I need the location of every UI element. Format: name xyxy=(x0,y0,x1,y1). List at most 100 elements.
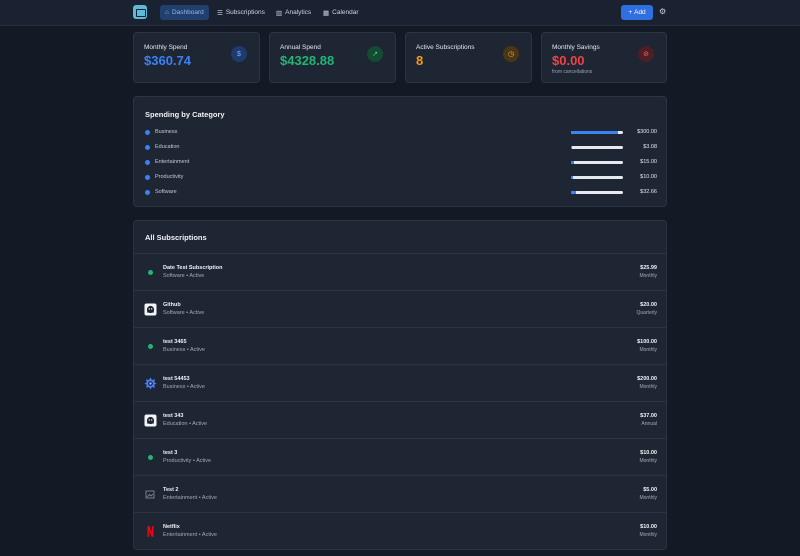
add-subscription-button[interactable]: + Add xyxy=(621,5,653,20)
nav-subscriptions[interactable]: ☰ Subscriptions xyxy=(212,5,270,20)
status-dot-icon xyxy=(148,344,153,349)
category-name: Business xyxy=(155,129,178,135)
category-name: Education xyxy=(155,144,180,150)
subscription-price: $20.00 xyxy=(640,302,657,308)
category-amount: $300.00 xyxy=(637,129,657,135)
trend-up-icon: ↗ xyxy=(367,46,383,62)
subscription-row[interactable]: Netflix Entertainment • Active $10.00 Month… xyxy=(134,512,666,549)
subscription-meta: Business • Active xyxy=(163,384,205,390)
stat-subtext: from cancellations xyxy=(552,69,593,75)
settings-gear-icon[interactable]: ⚙ xyxy=(659,7,666,16)
subscription-billing-cycle: Monthly xyxy=(639,495,657,501)
category-row: Business $300.00 xyxy=(134,128,667,138)
subscription-row[interactable]: Date Test Subscription Software • Active $… xyxy=(134,253,666,290)
subscription-meta: Software • Active xyxy=(163,273,205,279)
category-name: Software xyxy=(155,189,177,195)
list-icon: ☰ xyxy=(217,9,223,17)
category-amount: $10.00 xyxy=(640,174,657,180)
category-row: Productivity $10.00 xyxy=(134,173,667,183)
top-nav-bar: ⌂ Dashboard ☰ Subscriptions ▥ Analytics … xyxy=(0,0,800,26)
app-logo-icon[interactable] xyxy=(133,5,147,19)
subscription-row[interactable]: test 343 Education • Active $37.00 Annual xyxy=(134,401,666,438)
subscription-meta: Productivity • Active xyxy=(163,458,212,464)
category-dot-icon xyxy=(145,145,150,150)
category-amount: $32.66 xyxy=(640,189,657,195)
category-progress-bar xyxy=(571,146,623,149)
badge-logo-icon xyxy=(144,377,157,390)
nav-calendar[interactable]: ▦ Calendar xyxy=(318,5,364,20)
stat-value: $360.74 xyxy=(144,53,191,68)
nav-analytics[interactable]: ▥ Analytics xyxy=(271,5,316,20)
subscription-billing-cycle: Monthly xyxy=(639,532,657,538)
subscription-price: $10.00 xyxy=(640,524,657,530)
subscription-name: test 3465 xyxy=(163,339,187,345)
spending-by-category-panel: Spending by Category Business $300.00 Educ… xyxy=(133,96,667,207)
subscription-name: Github xyxy=(163,302,181,308)
category-row: Education $3.08 xyxy=(134,143,667,153)
subscription-icon xyxy=(144,525,157,538)
subscription-name: Netflix xyxy=(163,524,180,530)
category-progress-fill xyxy=(571,161,574,164)
github-logo-icon xyxy=(144,414,157,427)
subscription-row[interactable]: test 3 Productivity • Active $10.00 Monthly xyxy=(134,438,666,475)
nav-dashboard[interactable]: ⌂ Dashboard xyxy=(160,5,209,20)
category-progress-fill xyxy=(571,146,572,149)
category-progress-fill xyxy=(571,176,573,179)
stat-card-annual-spend: Annual Spend $4328.88 ↗ xyxy=(269,32,396,83)
category-progress-bar xyxy=(571,191,623,194)
section-title: All Subscriptions xyxy=(145,233,207,242)
subscription-price: $37.00 xyxy=(640,413,657,419)
subscription-price: $200.00 xyxy=(637,376,657,382)
stat-card-monthly-spend: Monthly Spend $360.74 $ xyxy=(133,32,260,83)
subscription-billing-cycle: Monthly xyxy=(639,273,657,279)
nav-calendar-label: Calendar xyxy=(332,9,359,16)
stat-label: Active Subscriptions xyxy=(416,44,475,51)
category-progress-bar xyxy=(571,176,623,179)
category-amount: $15.00 xyxy=(640,159,657,165)
subscription-meta: Education • Active xyxy=(163,421,208,427)
add-button-label: Add xyxy=(634,9,646,16)
stat-value: $0.00 xyxy=(552,53,585,68)
plus-icon: + xyxy=(628,9,633,16)
subscription-meta: Entertainment • Active xyxy=(163,495,217,501)
subscription-row[interactable]: Test 2 Entertainment • Active $5.00 Monthly xyxy=(134,475,666,512)
stop-icon: ⊘ xyxy=(638,46,654,62)
broken-image-icon xyxy=(145,490,155,499)
category-progress-fill xyxy=(571,191,577,194)
category-dot-icon xyxy=(145,130,150,135)
subscription-name: Date Test Subscription xyxy=(163,265,223,271)
subscription-price: $25.99 xyxy=(640,265,657,271)
subscription-name: Test 2 xyxy=(163,487,179,493)
category-amount: $3.08 xyxy=(643,144,657,150)
subscription-row[interactable]: test 54453 Business • Active $200.00 Monthl… xyxy=(134,364,666,401)
subscription-billing-cycle: Monthly xyxy=(639,347,657,353)
subscription-billing-cycle: Annual xyxy=(641,421,657,427)
section-title: Spending by Category xyxy=(145,110,225,119)
subscription-icon xyxy=(144,488,157,501)
category-progress-bar xyxy=(571,131,623,134)
subscription-billing-cycle: Monthly xyxy=(639,384,657,390)
subscription-price: $5.00 xyxy=(643,487,657,493)
stat-card-active-subscriptions: Active Subscriptions 8 ◷ xyxy=(405,32,532,83)
status-dot-icon xyxy=(148,455,153,460)
home-icon: ⌂ xyxy=(165,9,169,16)
clock-icon: ◷ xyxy=(503,46,519,62)
subscription-row[interactable]: test 3465 Business • Active $100.00 Monthly xyxy=(134,327,666,364)
category-row: Entertainment $15.00 xyxy=(134,158,667,168)
category-name: Entertainment xyxy=(155,159,190,165)
subscription-meta: Entertainment • Active xyxy=(163,532,217,538)
category-row: Software $32.66 xyxy=(134,188,667,198)
category-progress-bar xyxy=(571,161,623,164)
subscription-row[interactable]: Github Software • Active $20.00 Quarterly xyxy=(134,290,666,327)
subscription-name: test 343 xyxy=(163,413,184,419)
stat-value: $4328.88 xyxy=(280,53,335,68)
calendar-icon: ▦ xyxy=(323,9,330,17)
subscription-meta: Software • Active xyxy=(163,310,205,316)
subscription-icon xyxy=(144,377,157,390)
stat-label: Monthly Spend xyxy=(144,44,188,51)
stat-label: Monthly Savings xyxy=(552,44,600,51)
github-logo-icon xyxy=(144,303,157,316)
category-name: Productivity xyxy=(155,174,184,180)
subscription-name: test 3 xyxy=(163,450,178,456)
nav-subscriptions-label: Subscriptions xyxy=(225,9,265,16)
